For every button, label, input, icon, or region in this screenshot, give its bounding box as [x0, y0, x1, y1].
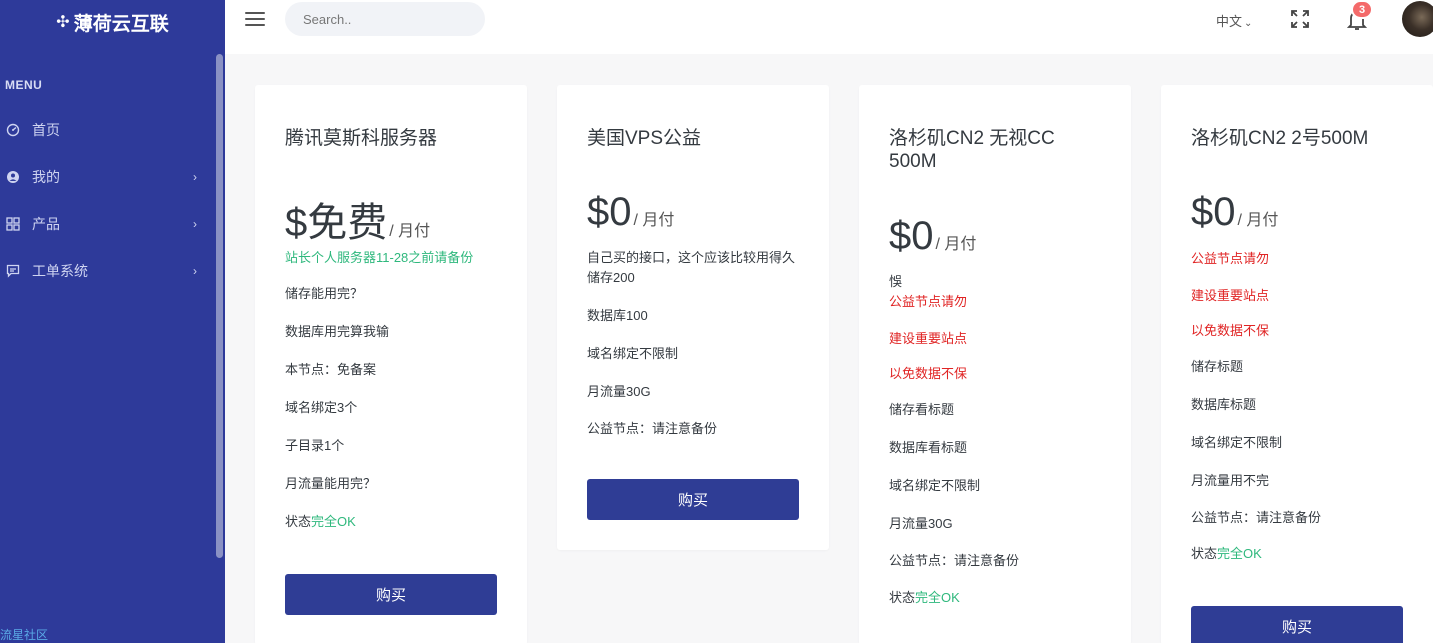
plan-card: 腾讯莫斯科服务器 $免费 / 月付 站长个人服务器11-28之前请备份 储存能用…	[255, 85, 527, 643]
sidebar-scrollbar[interactable]	[216, 54, 223, 558]
plan-feature: 公益节点请勿	[889, 294, 968, 309]
avatar[interactable]	[1402, 1, 1433, 37]
plan-status: 状态完全OK	[889, 588, 960, 608]
plan-feature: 站长个人服务器11-28之前请备份	[285, 250, 474, 265]
plan-feature: 公益节点：请注意备份	[889, 553, 1020, 568]
plan-title: 洛杉矶CN2 2号500M	[1191, 128, 1369, 149]
fullscreen-icon[interactable]	[1290, 9, 1310, 29]
price-amount: $免费	[285, 201, 388, 245]
price-amount: $0	[587, 190, 632, 234]
sidebar-item-tickets[interactable]: 工单系统 ›	[0, 247, 225, 294]
plan-feature: 悞	[889, 274, 903, 289]
price-period: / 月付	[1237, 212, 1279, 229]
brand-name: 薄荷云互联	[73, 13, 169, 35]
plan-title-line: 500M	[889, 151, 937, 172]
sidebar-item-label: 产品	[32, 215, 60, 232]
plan-price: $0 / 月付	[889, 214, 976, 259]
plan-feature: 公益节点：请注意备份	[587, 421, 718, 436]
price-period: / 月付	[389, 223, 431, 240]
plan-feature: 储存200	[587, 270, 635, 285]
plan-feature: 自己买的接口，这个应该比较用得久	[587, 250, 796, 265]
sidebar-item-products[interactable]: 产品 ›	[0, 200, 225, 247]
plan-title: 美国VPS公益	[587, 128, 702, 149]
status-value: 完全OK	[1217, 546, 1262, 561]
price-period: / 月付	[935, 236, 977, 253]
plan-feature: 数据库看标题	[889, 440, 968, 455]
plan-feature: 储存标题	[1191, 359, 1244, 374]
plan-price: $免费 / 月付	[285, 190, 430, 248]
sidebar-nav: 首页 我的 › 产品 › 工单系统 ›	[0, 106, 225, 294]
community-link[interactable]: 流星社区	[0, 626, 48, 643]
plan-feature: 以免数据不保	[1191, 323, 1270, 338]
plan-feature: 公益节点请勿	[1191, 251, 1270, 266]
status-value: 完全OK	[311, 514, 356, 529]
status-label: 状态	[889, 590, 916, 605]
brand-icon: ✣	[56, 14, 70, 31]
plan-feature: 月流量用不完	[1191, 473, 1270, 488]
buy-button[interactable]: 购买	[1191, 606, 1403, 643]
plan-status: 状态完全OK	[1191, 544, 1262, 564]
plan-feature: 月流量30G	[587, 384, 651, 399]
buy-button[interactable]: 购买	[587, 479, 799, 520]
plan-feature: 建设重要站点	[1191, 288, 1270, 303]
language-label: 中文	[1216, 14, 1243, 29]
plan-feature: 数据库用完算我输	[285, 324, 390, 339]
search-input[interactable]	[303, 11, 479, 27]
topbar: 中文⌄ 3	[225, 0, 1433, 54]
plan-feature: 域名绑定不限制	[587, 346, 679, 361]
search-box	[285, 2, 485, 36]
chevron-right-icon: ›	[193, 169, 197, 184]
plan-feature: 以免数据不保	[889, 366, 968, 381]
sidebar-item-home[interactable]: 首页	[0, 106, 225, 153]
user-circle-icon	[5, 169, 21, 185]
plan-title-line: 洛杉矶CN2 无视CC	[889, 128, 1055, 149]
sidebar-item-label: 我的	[32, 168, 60, 185]
buy-button[interactable]: 购买	[285, 574, 497, 615]
plan-feature: 储存能用完？	[285, 286, 364, 301]
plan-feature: 域名绑定不限制	[1191, 435, 1283, 450]
message-icon	[5, 263, 21, 279]
chevron-right-icon: ›	[193, 216, 197, 231]
plan-status: 状态完全OK	[285, 512, 356, 532]
grid-icon	[5, 216, 21, 232]
sidebar-item-mine[interactable]: 我的 ›	[0, 153, 225, 200]
plan-card: 洛杉矶CN2 2号500M $0 / 月付 公益节点请勿 建设重要站点 以免数据…	[1161, 85, 1433, 643]
sidebar-item-label: 首页	[32, 121, 60, 138]
chevron-down-icon: ⌄	[1244, 18, 1253, 29]
notification-badge: 3	[1351, 0, 1373, 19]
plan-feature: 公益节点：请注意备份	[1191, 510, 1322, 525]
plan-feature: 储存看标题	[889, 402, 955, 417]
sidebar: ✣ 薄荷云互联 MENU 首页 我的 › 产品 › 工单系统 › 流星社区	[0, 0, 225, 643]
brand-logo[interactable]: ✣ 薄荷云互联	[0, 0, 225, 44]
plan-title: 腾讯莫斯科服务器	[285, 128, 438, 149]
plan-feature: 建设重要站点	[889, 331, 968, 346]
plan-title: 洛杉矶CN2 无视CC 500M	[889, 127, 1055, 173]
status-value: 完全OK	[915, 590, 960, 605]
plan-card: 洛杉矶CN2 无视CC 500M $0 / 月付 悞 公益节点请勿 建设重要站点…	[859, 85, 1131, 643]
plan-feature: 域名绑定3个	[285, 400, 358, 415]
language-selector[interactable]: 中文 ⌄	[1216, 11, 1252, 30]
plan-card: 美国VPS公益 $0 / 月付 自己买的接口，这个应该比较用得久 储存200 数…	[557, 85, 829, 550]
menu-toggle-icon[interactable]	[245, 11, 265, 27]
plan-feature: 数据库标题	[1191, 397, 1257, 412]
plan-price: $0 / 月付	[587, 190, 674, 235]
price-amount: $0	[889, 214, 934, 258]
plan-feature: 月流量能用完？	[285, 476, 377, 491]
plan-feature: 子目录1个	[285, 438, 345, 453]
plan-feature: 月流量30G	[889, 516, 953, 531]
plan-feature: 域名绑定不限制	[889, 478, 981, 493]
status-label: 状态	[285, 514, 312, 529]
plan-feature: 数据库100	[587, 308, 648, 323]
status-label: 状态	[1191, 546, 1218, 561]
dashboard-icon	[5, 122, 21, 138]
plan-feature: 本节点：免备案	[285, 362, 377, 377]
plan-price: $0 / 月付	[1191, 190, 1278, 235]
chevron-right-icon: ›	[193, 263, 197, 278]
menu-title: MENU	[5, 78, 43, 92]
sidebar-item-label: 工单系统	[32, 262, 88, 279]
price-period: / 月付	[633, 212, 675, 229]
price-amount: $0	[1191, 190, 1236, 234]
